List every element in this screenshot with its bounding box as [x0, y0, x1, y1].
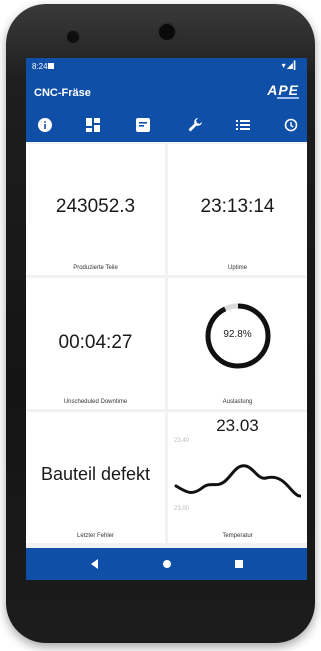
- edit-icon: [136, 118, 150, 132]
- back-icon: [91, 559, 98, 569]
- app-bar: CNC-Fräse APE: [26, 76, 307, 108]
- downtime-label: Unscheduled Downtime: [63, 399, 128, 405]
- phone-frame: 8:24 ▾◢▎ CNC-Fräse APE 243052.3 Produzie…: [6, 4, 315, 643]
- speaker-grille: [66, 30, 80, 44]
- tab-bar: [26, 108, 307, 142]
- page-title: CNC-Fräse: [34, 87, 91, 99]
- temperature-axis-max: 23.40: [174, 438, 190, 444]
- history-icon: [284, 118, 298, 132]
- produced-parts-label: Produzierte Teile: [73, 265, 118, 271]
- last-error-label: Letzter Fehler: [76, 533, 115, 539]
- recents-icon: [235, 560, 243, 568]
- wrench-icon: [188, 118, 202, 132]
- status-bar: 8:24 ▾◢▎: [26, 58, 307, 76]
- temperature-sparkline: [174, 464, 301, 498]
- uptime-label: Uptime: [227, 265, 247, 271]
- ape-logo: APE: [267, 82, 299, 99]
- downtime-value: 00:04:27: [58, 332, 133, 353]
- status-time: 8:24: [32, 62, 48, 71]
- dashboard-icon: [86, 118, 100, 132]
- tab-list[interactable]: [234, 116, 252, 134]
- home-icon: [163, 560, 171, 568]
- kpi-grid: 243052.3 Produzierte Teile 23:13:14 Upti…: [26, 144, 307, 546]
- temperature-label: Temperatur: [222, 533, 253, 539]
- tab-settings[interactable]: [186, 116, 204, 134]
- utilization-label: Auslastung: [222, 399, 253, 405]
- system-nav-bar: [26, 548, 307, 580]
- tile-produced-parts[interactable]: 243052.3 Produzierte Teile: [26, 144, 165, 275]
- temperature-value: 23.03: [216, 416, 259, 435]
- nav-home-button[interactable]: [160, 557, 174, 571]
- front-camera: [157, 22, 177, 42]
- app-screen: 8:24 ▾◢▎ CNC-Fräse APE 243052.3 Produzie…: [26, 58, 307, 580]
- utilization-value: 92.8%: [223, 329, 252, 340]
- notification-icon: [48, 63, 54, 69]
- nav-recents-button[interactable]: [232, 557, 246, 571]
- signal-battery-icons: ▾◢▎: [281, 61, 301, 70]
- tile-last-error[interactable]: Bauteil defekt Letzter Fehler: [26, 412, 165, 543]
- tab-edit[interactable]: [134, 116, 152, 134]
- info-icon: [38, 118, 52, 132]
- list-icon: [236, 120, 250, 130]
- tile-uptime[interactable]: 23:13:14 Uptime: [168, 144, 307, 275]
- tab-info[interactable]: [36, 116, 54, 134]
- tab-history[interactable]: [282, 116, 300, 134]
- uptime-value: 23:13:14: [200, 196, 275, 217]
- tile-temperature[interactable]: 23.03 23.40 23.00 Temperatur: [168, 412, 307, 543]
- tab-dashboard[interactable]: [84, 116, 102, 134]
- produced-parts-value: 243052.3: [55, 196, 136, 217]
- tile-utilization[interactable]: 92.8% Auslastung: [168, 278, 307, 409]
- tile-unscheduled-downtime[interactable]: 00:04:27 Unscheduled Downtime: [26, 278, 165, 409]
- nav-back-button[interactable]: [88, 557, 102, 571]
- last-error-value: Bauteil defekt: [40, 464, 151, 484]
